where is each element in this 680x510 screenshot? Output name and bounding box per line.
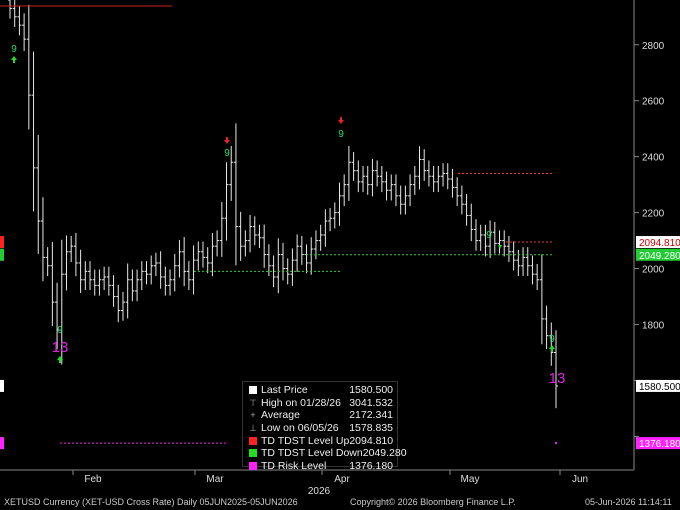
td-markers: 9 9 13 9 9 9 9 13 (11, 44, 565, 387)
legend-label: Low on 06/05/26 (261, 422, 339, 435)
legend-label: High on 01/28/26 (261, 396, 341, 409)
footer-timestamp: 05-Jun-2026 11:14:11 (585, 497, 672, 507)
price-tag-label: 2094.810 (639, 238, 680, 249)
legend-value: 1580.500 (349, 384, 393, 397)
price-bars (8, 0, 558, 409)
risk-level-dot (554, 441, 558, 445)
td-setup-9: 9 (338, 129, 344, 140)
legend-swatch (249, 461, 257, 470)
legend-label: Average (261, 409, 300, 422)
legend-glyph-icon: ⊤ (249, 397, 257, 408)
chart-legend: Last Price 1580.500 ⊤ High on 01/28/26 3041.… (242, 381, 407, 472)
left-price-marker (0, 379, 4, 392)
left-price-marker (0, 236, 4, 249)
left-price-marker (0, 437, 4, 450)
legend-swatch (249, 449, 257, 458)
down-arrow-icon (224, 137, 230, 144)
legend-swatch (249, 436, 257, 445)
left-price-marker (0, 248, 4, 261)
legend-row: TD Risk Level 1376.180 (249, 460, 393, 473)
td-setup-9: 9 (57, 325, 63, 336)
legend-row: ⊥ Low on 06/05/26 1578.835 (249, 422, 393, 435)
y-tick-label: 2600 (642, 97, 665, 108)
footer-security: XETUSD Currency (XET-USD Cross Rate) Dai… (4, 497, 298, 507)
y-tick-label: 2200 (642, 209, 665, 220)
y-tick-label: 2400 (642, 153, 665, 164)
x-tick-label: Jun (572, 474, 588, 485)
x-axis: Feb Mar Apr May Jun2026 (72, 470, 588, 497)
legend-row: TD TDST Level Down 2049.280 (249, 447, 407, 460)
legend-value: 1578.835 (349, 422, 393, 435)
td-setup-9: 9 (224, 148, 230, 159)
y-tick-label: 2800 (642, 41, 665, 52)
legend-swatch (249, 386, 257, 395)
legend-glyph-icon: ⊥ (249, 423, 257, 434)
level-lines (0, 5, 558, 445)
y-tick-label: 2000 (642, 265, 665, 276)
td-setup-9: 9 (486, 230, 492, 241)
up-arrow-icon (11, 56, 17, 63)
legend-row: TD TDST Level Up 2094.810 (249, 434, 393, 447)
x-tick-label: Feb (84, 474, 102, 485)
price-tag-label: 1580.500 (639, 382, 680, 393)
chart-footer: XETUSD Currency (XET-USD Cross Rate) Dai… (0, 495, 680, 510)
td-countdown-13: 13 (549, 370, 566, 387)
legend-label: Last Price (261, 384, 308, 397)
legend-value: 2049.280 (362, 447, 407, 460)
td-setup-9: 9 (549, 334, 555, 345)
legend-row: ⊤ High on 01/28/26 3041.532 (249, 397, 393, 410)
legend-row: + Average 2172.341 (249, 409, 393, 422)
legend-value: 2172.341 (349, 409, 393, 422)
legend-label: TD Risk Level (261, 459, 327, 472)
legend-value: 2094.810 (349, 434, 394, 447)
price-tag-label: 1376.180 (639, 439, 680, 450)
legend-value: 3041.532 (349, 396, 393, 409)
x-tick-label: May (461, 474, 480, 485)
down-arrow-icon (498, 245, 502, 249)
legend-label: TD TDST Level Down (261, 447, 363, 460)
legend-value: 1376.180 (349, 459, 393, 472)
legend-glyph-icon: + (250, 410, 256, 421)
x-tick-label: Mar (206, 474, 224, 485)
down-arrow-icon (338, 117, 344, 124)
td-setup-9: 9 (11, 44, 17, 55)
footer-copyright: Copyright© 2026 Bloomberg Finance L.P. (350, 497, 516, 507)
price-tag-label: 2049.280 (639, 251, 680, 262)
td-countdown-13: 13 (52, 339, 69, 356)
y-tick-label: 1800 (642, 321, 665, 332)
up-arrow-icon (549, 345, 555, 352)
legend-label: TD TDST Level Up (261, 434, 350, 447)
legend-row: Last Price 1580.500 (249, 384, 393, 397)
x-tick-label: Apr (334, 474, 350, 485)
